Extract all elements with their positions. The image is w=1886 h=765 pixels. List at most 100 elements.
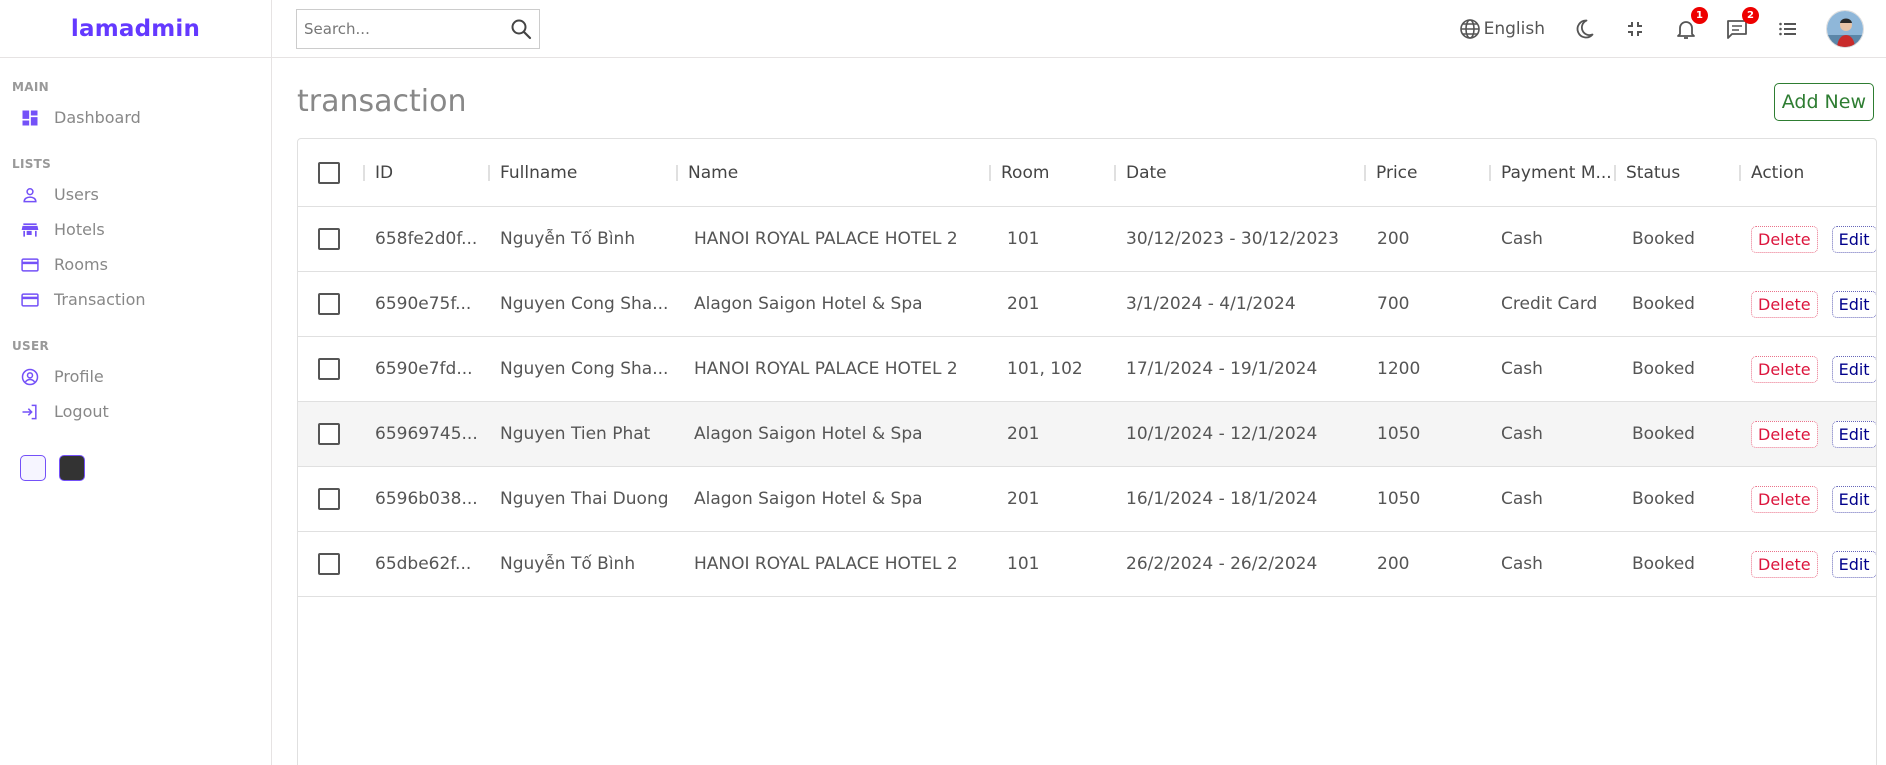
- delete-button[interactable]: Delete: [1751, 485, 1818, 513]
- delete-button[interactable]: Delete: [1751, 290, 1818, 318]
- table-row[interactable]: 65969745... Nguyen Tien Phat Alagon Saig…: [298, 402, 1876, 467]
- row-checkbox[interactable]: [318, 553, 340, 575]
- person-icon: [23, 187, 37, 202]
- column-header-room[interactable]: Room: [989, 163, 1114, 183]
- cell-name: HANOI ROYAL PALACE HOTEL 2: [694, 554, 958, 574]
- row-checkbox[interactable]: [318, 423, 340, 445]
- column-header-date[interactable]: Date: [1114, 163, 1364, 183]
- row-select-cell: [298, 358, 363, 380]
- row-checkbox[interactable]: [318, 358, 340, 380]
- edit-button[interactable]: Edit: [1831, 290, 1876, 318]
- cell-status: Booked: [1632, 554, 1695, 574]
- cell-room: 101: [1007, 229, 1040, 249]
- sidebar-item-profile[interactable]: Profile: [12, 359, 271, 394]
- cell-room: 101, 102: [1007, 359, 1083, 379]
- edit-button[interactable]: Edit: [1831, 420, 1876, 448]
- column-header-payment[interactable]: Payment M...: [1489, 163, 1614, 183]
- store-icon: [21, 222, 39, 237]
- sidebar-section-title: MAIN: [12, 80, 49, 94]
- dark-mode-toggle[interactable]: [1572, 17, 1596, 41]
- column-header-price[interactable]: Price: [1364, 163, 1489, 183]
- sidebar-item-label: Profile: [54, 367, 104, 386]
- sidebar-item-label: Dashboard: [54, 108, 141, 127]
- cell-name: Alagon Saigon Hotel & Spa: [694, 294, 923, 314]
- table-header: ID Fullname Name Room Date Price Payment…: [298, 139, 1876, 207]
- delete-button[interactable]: Delete: [1751, 420, 1818, 448]
- row-checkbox[interactable]: [318, 488, 340, 510]
- cell-date: 26/2/2024 - 26/2/2024: [1126, 554, 1318, 574]
- column-header-name[interactable]: Name: [676, 163, 989, 183]
- search-icon[interactable]: [509, 17, 533, 41]
- cell-action: Delete Edit: [1739, 355, 1876, 383]
- sidebar-item-label: Logout: [54, 402, 109, 421]
- cell-action: Delete Edit: [1739, 290, 1876, 318]
- delete-button[interactable]: Delete: [1751, 225, 1818, 253]
- notifications-button[interactable]: 1: [1674, 6, 1708, 41]
- sidebar-item-transaction[interactable]: Transaction: [12, 282, 271, 317]
- cell-status: Booked: [1632, 359, 1695, 379]
- menu-list-button[interactable]: [1776, 17, 1800, 41]
- cell-action: Delete Edit: [1739, 420, 1876, 448]
- cell-id: 6596b038...: [375, 489, 478, 509]
- sidebar-item-label: Users: [54, 185, 99, 204]
- cell-payment: Cash: [1501, 359, 1543, 379]
- credit-card-icon: [21, 257, 39, 272]
- row-select-cell: [298, 293, 363, 315]
- cell-date: 16/1/2024 - 18/1/2024: [1126, 489, 1318, 509]
- sidebar-section-title: LISTS: [12, 157, 52, 171]
- column-header-action[interactable]: Action: [1739, 163, 1876, 183]
- sidebar-section-title: USER: [12, 339, 50, 353]
- sidebar-item-hotels[interactable]: Hotels: [12, 212, 271, 247]
- edit-button[interactable]: Edit: [1831, 485, 1876, 513]
- delete-button[interactable]: Delete: [1751, 550, 1818, 578]
- select-all-cell: [298, 161, 363, 184]
- logo-container: lamadmin: [0, 0, 271, 58]
- row-select-cell: [298, 228, 363, 250]
- row-checkbox[interactable]: [318, 228, 340, 250]
- logout-icon: [22, 404, 37, 419]
- cell-payment: Credit Card: [1501, 294, 1598, 314]
- row-checkbox[interactable]: [318, 293, 340, 315]
- edit-button[interactable]: Edit: [1831, 355, 1876, 383]
- column-header-status[interactable]: Status: [1614, 163, 1739, 183]
- avatar[interactable]: [1826, 9, 1864, 48]
- dark-theme-option[interactable]: [59, 455, 85, 481]
- transaction-table: ID Fullname Name Room Date Price Payment…: [297, 138, 1877, 765]
- logo[interactable]: lamadmin: [71, 16, 200, 42]
- column-header-id[interactable]: ID: [363, 163, 488, 183]
- cell-id: 6590e75f...: [375, 294, 472, 314]
- fullscreen-exit-button[interactable]: [1623, 17, 1647, 41]
- sidebar-section-lists: LISTS Users Hotels Rooms Transaction: [0, 157, 271, 317]
- table-row[interactable]: 658fe2d0f... Nguyễn Tố Bình HANOI ROYAL …: [298, 207, 1876, 272]
- cell-payment: Cash: [1501, 489, 1543, 509]
- sidebar-section-main: MAIN Dashboard: [0, 80, 271, 135]
- table-row[interactable]: 65dbe62f... Nguyễn Tố Bình HANOI ROYAL P…: [298, 532, 1876, 597]
- add-new-button[interactable]: Add New: [1773, 83, 1874, 121]
- select-all-checkbox[interactable]: [318, 161, 340, 184]
- cell-payment: Cash: [1501, 424, 1543, 444]
- table-row[interactable]: 6590e75f... Nguyen Cong Sha... Alagon Sa…: [298, 272, 1876, 337]
- messages-button[interactable]: 2: [1725, 6, 1759, 41]
- edit-button[interactable]: Edit: [1831, 225, 1876, 253]
- delete-button[interactable]: Delete: [1751, 355, 1818, 383]
- row-select-cell: [298, 553, 363, 575]
- sidebar-item-dashboard[interactable]: Dashboard: [12, 100, 271, 135]
- sidebar-item-label: Hotels: [54, 220, 105, 239]
- table-row[interactable]: 6596b038... Nguyen Thai Duong Alagon Sai…: [298, 467, 1876, 532]
- edit-button[interactable]: Edit: [1831, 550, 1876, 578]
- sidebar-item-logout[interactable]: Logout: [12, 394, 271, 429]
- cell-room: 101: [1007, 554, 1040, 574]
- table-row[interactable]: 6590e7fd... Nguyen Cong Sha... HANOI ROY…: [298, 337, 1876, 402]
- sidebar-item-label: Rooms: [54, 255, 108, 274]
- main-content: transaction Add New ID Fullname Name Roo…: [297, 58, 1886, 765]
- light-theme-option[interactable]: [20, 455, 46, 481]
- avatar-image: [1827, 10, 1863, 47]
- cell-status: Booked: [1632, 424, 1695, 444]
- column-header-fullname[interactable]: Fullname: [488, 163, 676, 183]
- sidebar-item-users[interactable]: Users: [12, 177, 271, 212]
- sidebar-item-rooms[interactable]: Rooms: [12, 247, 271, 282]
- language-selector[interactable]: English: [1458, 17, 1545, 41]
- cell-fullname: Nguyen Thai Duong: [500, 489, 669, 509]
- cell-fullname: Nguyen Cong Sha...: [500, 294, 669, 314]
- search-input[interactable]: [304, 19, 509, 38]
